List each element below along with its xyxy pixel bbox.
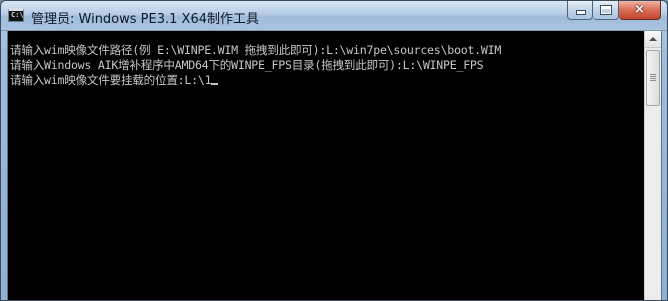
console-icon[interactable]: C:\ [8,8,24,22]
minimize-button[interactable] [567,1,593,20]
console-client-area: 请输入wim映像文件路径(例 E:\WINPE.WIM 拖拽到此即可):L:\w… [7,31,662,300]
maximize-button[interactable] [593,1,619,20]
maximize-icon [601,6,611,14]
console-prompt-line[interactable]: 请输入wim映像文件要挂载的位置:L:\1 [10,73,646,88]
close-button[interactable]: × [619,1,661,20]
console-output[interactable]: 请输入wim映像文件路径(例 E:\WINPE.WIM 拖拽到此即可):L:\w… [8,31,646,300]
minimize-icon [577,11,585,14]
scrollbar-thumb[interactable] [646,50,660,106]
close-icon: × [634,2,645,17]
scroll-up-arrow-icon[interactable] [645,31,661,48]
console-line: 请输入wim映像文件要挂载的位置:L:\1 [10,73,212,87]
title-bar[interactable]: C:\ 管理员: Windows PE3.1 X64制作工具 × [1,1,667,31]
window-title: 管理员: Windows PE3.1 X64制作工具 [31,12,259,27]
caption-buttons: × [567,1,661,21]
console-window: C:\ 管理员: Windows PE3.1 X64制作工具 × 请输入wim映… [0,0,668,301]
vertical-scrollbar[interactable] [644,31,661,300]
text-cursor [211,83,219,85]
console-line: 请输入Windows AIK增补程序中AMD64下的WINPE_FPS目录(拖拽… [10,58,484,72]
console-line: 请输入wim映像文件路径(例 E:\WINPE.WIM 拖拽到此即可):L:\w… [10,43,502,57]
prompt-glyph: C:\ [11,11,24,19]
